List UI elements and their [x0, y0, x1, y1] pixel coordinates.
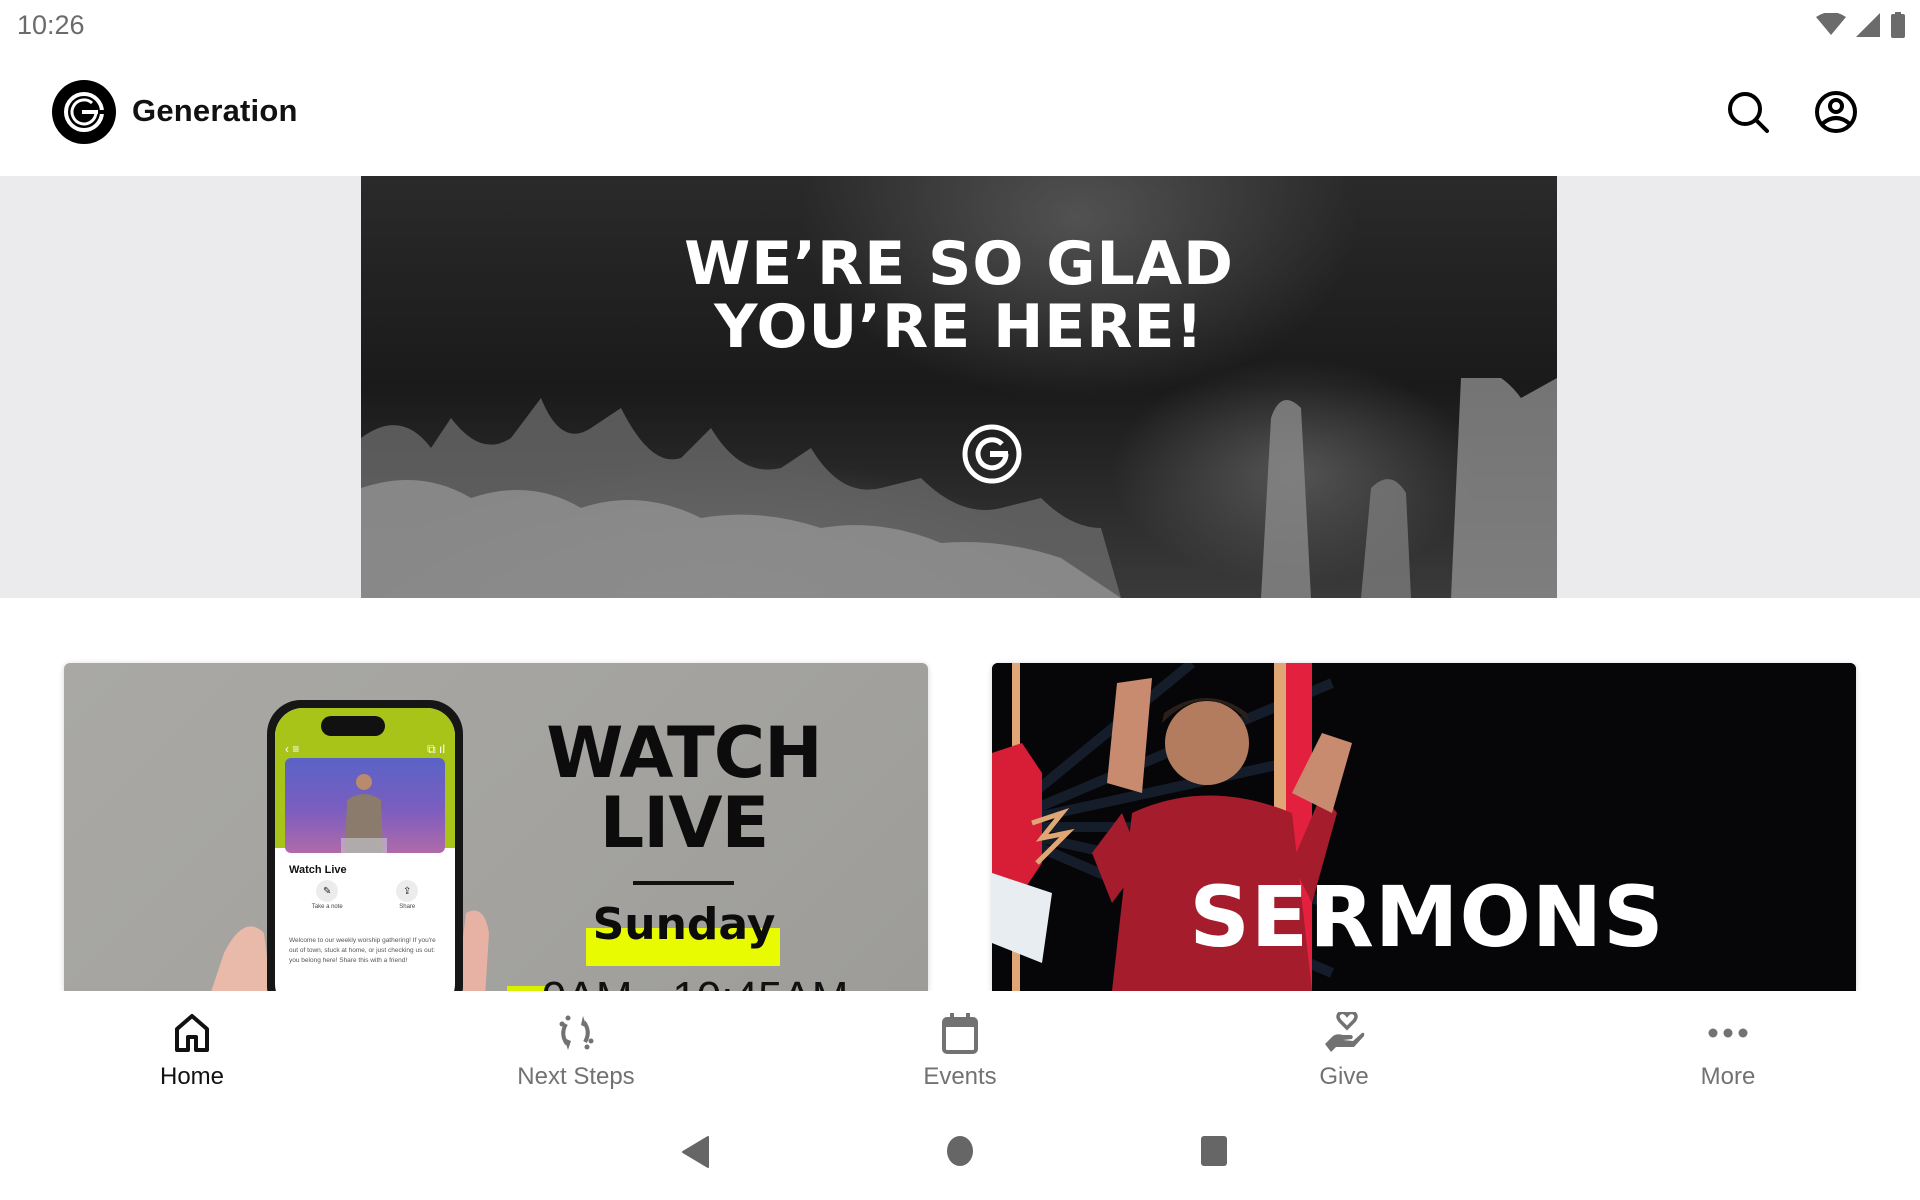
phone-actions: ✎ Take a note ⇪ Share — [285, 880, 445, 910]
nav-item-home[interactable]: Home — [0, 991, 384, 1103]
bottom-navigation: Home Next Steps Events Give More — [0, 991, 1920, 1103]
nav-item-events[interactable]: Events — [768, 991, 1152, 1103]
next-steps-cycle-icon — [554, 1011, 598, 1055]
status-bar: 10:26 — [0, 0, 1920, 50]
phone-nav: ‹ ≡ ⧉ ıl — [285, 742, 445, 757]
watch-live-times: 9AM • 10:45AM — [542, 973, 848, 991]
nav-label-give: Give — [1319, 1063, 1369, 1090]
pencil-icon: ✎ — [316, 880, 339, 902]
home-icon — [170, 1011, 214, 1055]
phone-back-icon: ‹ ≡ — [285, 742, 300, 756]
more-dots-icon — [1706, 1011, 1750, 1055]
nav-label-events: Events — [923, 1063, 997, 1090]
share-icon: ⇪ — [396, 880, 419, 902]
phone-action-note: ✎ Take a note — [312, 880, 343, 910]
status-time: 10:26 — [17, 10, 85, 40]
system-home-icon[interactable] — [944, 1135, 976, 1167]
generation-logo-icon[interactable] — [52, 80, 116, 144]
search-icon — [1728, 92, 1769, 133]
system-navigation-bar — [0, 1103, 1920, 1200]
account-button[interactable] — [1810, 86, 1862, 138]
cellular-signal-icon — [1856, 13, 1880, 37]
hero-crowd-image — [361, 378, 1557, 598]
calendar-icon — [938, 1011, 982, 1055]
app-screen: 10:26 Generation WE’RE SO GLAD YOU’RE HE… — [0, 0, 1920, 1200]
app-title: Generation — [132, 93, 298, 128]
watch-live-title-line1: WATCH — [546, 712, 823, 794]
nav-item-give[interactable]: Give — [1152, 991, 1536, 1103]
nav-item-next-steps[interactable]: Next Steps — [384, 991, 768, 1103]
app-bar: Generation — [0, 50, 1920, 176]
nav-label-home: Home — [159, 1063, 225, 1090]
nav-item-more[interactable]: More — [1536, 991, 1920, 1103]
phone-screen: ‹ ≡ ⧉ ıl Watch Live ✎ Take a note ⇪ Shar… — [275, 708, 455, 991]
account-circle-icon — [1815, 91, 1857, 133]
watch-live-day: Sunday — [592, 899, 776, 950]
hero-banner[interactable]: WE’RE SO GLAD YOU’RE HERE! — [361, 176, 1557, 598]
wifi-icon — [1816, 13, 1846, 35]
sermons-title: SERMONS — [1189, 868, 1665, 966]
phone-action-share: ⇪ Share — [396, 880, 419, 910]
hero-headline-line1: WE’RE SO GLAD — [684, 229, 1234, 299]
search-button[interactable] — [1722, 86, 1774, 138]
system-recents-icon[interactable] — [1200, 1135, 1228, 1167]
phone-description: Welcome to our weekly worship gathering!… — [289, 937, 436, 964]
hero-row: WE’RE SO GLAD YOU’RE HERE! — [0, 176, 1920, 598]
hero-headline-line2: YOU’RE HERE! — [714, 292, 1204, 362]
battery-icon — [1891, 12, 1905, 38]
phone-cast-icon: ⧉ ıl — [427, 742, 445, 756]
nav-label-more: More — [1700, 1063, 1756, 1090]
phone-action-note-label: Take a note — [311, 904, 343, 910]
watch-live-title-line2: LIVE — [599, 782, 770, 864]
watch-live-card[interactable]: ‹ ≡ ⧉ ıl Watch Live ✎ Take a note ⇪ Shar… — [64, 663, 928, 991]
nav-label-next-steps: Next Steps — [517, 1063, 635, 1090]
speaker-figure — [341, 774, 387, 853]
watch-live-divider — [633, 881, 734, 885]
phone-watch-live-label: Watch Live — [289, 864, 347, 876]
status-icons — [1816, 12, 1906, 38]
system-back-icon[interactable] — [680, 1135, 710, 1169]
phone-mockup: ‹ ≡ ⧉ ıl Watch Live ✎ Take a note ⇪ Shar… — [267, 700, 463, 991]
phone-video-thumbnail — [285, 758, 445, 853]
generation-logo-icon — [962, 424, 1022, 484]
sermons-card[interactable]: SERMONS — [992, 663, 1856, 991]
phone-notch — [321, 716, 385, 736]
give-hand-heart-icon — [1322, 1011, 1366, 1055]
phone-action-share-label: Share — [399, 904, 416, 910]
